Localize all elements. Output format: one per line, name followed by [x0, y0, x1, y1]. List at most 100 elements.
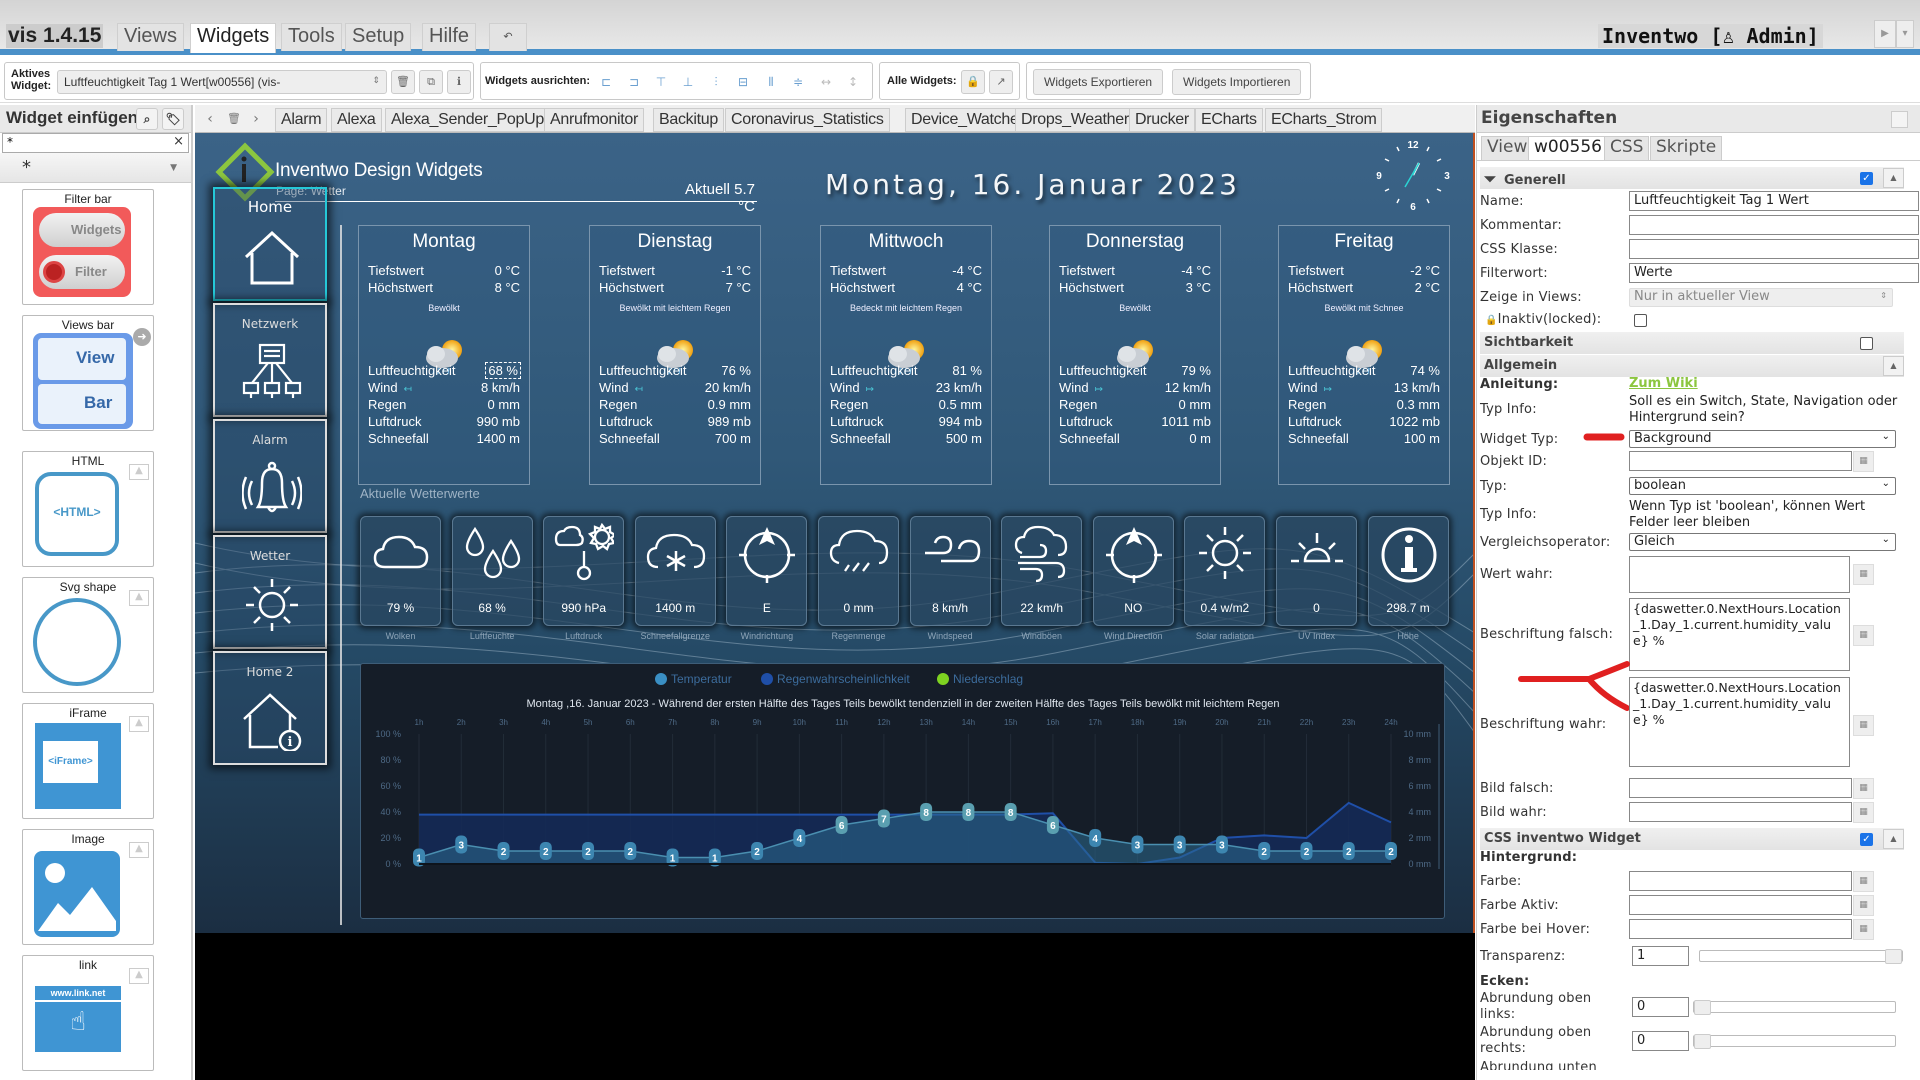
view-tab-alexa[interactable]: Alexa — [331, 108, 382, 132]
view-tab-alarm[interactable]: Alarm — [275, 108, 328, 132]
nav-tile-home[interactable]: Home — [213, 187, 327, 301]
trash-icon[interactable]: 🗑 — [223, 108, 245, 130]
widget-type-select[interactable]: Background ⌄ — [1629, 430, 1896, 448]
radius-top-left-slider[interactable] — [1693, 1000, 1896, 1015]
external-link-icon[interactable]: ↗ — [989, 70, 1013, 94]
slider-handle[interactable] — [1694, 1000, 1711, 1015]
comment-input[interactable] — [1629, 215, 1919, 235]
tab-css[interactable]: CSS — [1604, 136, 1650, 161]
delete-icon[interactable]: 🗑 — [391, 70, 415, 94]
menu-hilfe[interactable]: Hilfe — [422, 23, 477, 51]
chevron-left-icon[interactable]: ‹ — [199, 108, 221, 130]
tab-skripte[interactable]: Skripte — [1650, 136, 1723, 161]
group-generell[interactable]: ⏷ Generell ✓ ▲ — [1480, 167, 1904, 189]
menu-tools[interactable]: Tools — [281, 23, 342, 51]
show-in-views-select[interactable]: Nur in aktueller View ⇕ — [1629, 288, 1893, 307]
view-tab-drops-weather[interactable]: Drops_Weather — [1015, 108, 1135, 132]
tag-icon[interactable]: 🏷 — [162, 108, 184, 130]
info-icon[interactable]: ℹ — [447, 70, 471, 94]
caption-true-input[interactable]: {daswetter.0.NextHours.Location_1.Day_1.… — [1629, 677, 1850, 767]
align-left-icon[interactable]: ⊏ — [599, 75, 613, 89]
same-width-icon[interactable]: ↔ — [819, 75, 833, 89]
type-select[interactable]: boolean ⌄ — [1629, 477, 1896, 495]
active-widget-select[interactable]: Luftfeuchtigkeit Tag 1 Wert[w00556] (vis… — [57, 70, 387, 94]
transparency-input[interactable]: 1 — [1632, 946, 1689, 966]
distribute-v-icon[interactable]: ≑ — [791, 75, 805, 89]
value-true-input[interactable] — [1629, 556, 1850, 593]
transparency-slider[interactable] — [1699, 949, 1903, 964]
nav-tile-home-2[interactable]: Home 2 i — [213, 651, 327, 765]
palette-widget-filter-bar[interactable]: Filter bar Widgets Filter — [22, 189, 154, 305]
copy-icon[interactable]: ⧉ — [419, 70, 443, 94]
color-active-input[interactable] — [1629, 895, 1852, 915]
view-tab-echarts[interactable]: ECharts — [1195, 108, 1263, 132]
menu-widgets[interactable]: Widgets — [190, 23, 277, 53]
view-tab-device-watcher[interactable]: Device_Watcher — [905, 108, 1030, 132]
caption-false-input[interactable]: {daswetter.0.NextHours.Location_1.Day_1.… — [1629, 598, 1850, 671]
menu-views[interactable]: Views — [117, 23, 184, 51]
nav-tile-wetter[interactable]: Wetter — [213, 535, 327, 649]
view-tab-echarts-strom[interactable]: ECharts_Strom — [1265, 108, 1383, 132]
row-value[interactable]: 68 % — [485, 362, 521, 379]
select-caption-true-button[interactable]: ▦ — [1853, 715, 1874, 736]
chevron-down-icon[interactable]: ▾ — [1896, 20, 1914, 48]
palette-widget-iframe[interactable]: iFrame ▲ <iFrame> — [22, 703, 154, 819]
import-widgets-button[interactable]: Widgets Importieren — [1172, 69, 1302, 95]
color-hover-input[interactable] — [1629, 919, 1852, 939]
search-icon[interactable]: ⌕ — [136, 108, 158, 130]
palette-search-input[interactable]: * × — [2, 133, 189, 153]
color-active-picker-button[interactable]: ▦ — [1853, 895, 1874, 916]
nav-tile-netzwerk[interactable]: Netzwerk — [213, 303, 327, 417]
slider-handle[interactable] — [1885, 949, 1902, 964]
chevron-right-icon[interactable]: › — [245, 108, 267, 130]
select-id-button[interactable]: ▦ — [1853, 451, 1874, 472]
select-caption-false-button[interactable]: ▦ — [1853, 625, 1874, 646]
panel-menu-icon[interactable] — [1891, 111, 1908, 128]
collapse-icon[interactable]: ▲ — [1883, 829, 1904, 849]
view-tab-drucker[interactable]: Drucker — [1129, 108, 1195, 132]
css-class-input[interactable] — [1629, 239, 1919, 259]
clear-icon[interactable]: × — [173, 134, 184, 149]
palette-widget-html[interactable]: HTML ▲ <HTML> — [22, 451, 154, 567]
view-tab-backitup[interactable]: Backitup — [653, 108, 724, 132]
same-height-icon[interactable]: ↕ — [846, 75, 860, 89]
slider-handle[interactable] — [1694, 1034, 1711, 1049]
image-true-input[interactable] — [1629, 802, 1852, 822]
lock-icon[interactable]: 🔒 — [961, 70, 985, 94]
align-bottom-icon[interactable]: ⊥ — [681, 75, 695, 89]
operator-select[interactable]: Gleich ⌄ — [1629, 533, 1896, 551]
tab-view[interactable]: View — [1481, 136, 1534, 161]
color-picker-button[interactable]: ▦ — [1853, 871, 1874, 892]
nav-tile-alarm[interactable]: Alarm — [213, 419, 327, 533]
color-hover-picker-button[interactable]: ▦ — [1853, 919, 1874, 940]
palette-widget-views-bar[interactable]: Views bar View Bar ➜ — [22, 315, 154, 431]
filter-word-input[interactable]: Werte — [1629, 263, 1919, 283]
distribute-h-icon[interactable]: ⫴ — [764, 75, 778, 89]
generell-checkbox[interactable]: ✓ — [1860, 172, 1873, 185]
align-right-icon[interactable]: ⊐ — [627, 75, 641, 89]
color-input[interactable] — [1629, 871, 1852, 891]
view-tab-alexa-sender-popup[interactable]: Alexa_Sender_PopUp — [385, 108, 550, 132]
group-allgemein[interactable]: Allgemein ▲ — [1480, 355, 1904, 377]
menu-setup[interactable]: Setup — [345, 23, 412, 51]
name-input[interactable]: Luftfeuchtigkeit Tag 1 Wert — [1629, 191, 1919, 211]
css-checkbox[interactable]: ✓ — [1860, 833, 1873, 846]
export-widgets-button[interactable]: Widgets Exportieren — [1033, 69, 1164, 95]
play-icon[interactable]: ▶ — [1874, 20, 1896, 48]
palette-widget-link[interactable]: link ▲ www.link.net ☝ — [22, 955, 154, 1071]
locked-checkbox[interactable] — [1634, 314, 1647, 327]
palette-filter-select[interactable]: * ▼ — [0, 153, 191, 183]
image-false-input[interactable] — [1629, 778, 1852, 798]
align-top-icon[interactable]: ⊤ — [654, 75, 668, 89]
tab-w00556[interactable]: w00556 — [1528, 136, 1608, 161]
palette-widget-image[interactable]: Image ▲ — [22, 829, 154, 945]
view-tab-anrufmonitor[interactable]: Anrufmonitor — [544, 108, 644, 132]
radius-top-left-input[interactable]: 0 — [1632, 997, 1689, 1017]
collapse-icon[interactable]: ▲ — [1883, 356, 1904, 376]
wiki-link[interactable]: Zum Wiki — [1629, 376, 1698, 391]
group-css-inventwo[interactable]: CSS inventwo Widget ✓ ▲ — [1480, 828, 1904, 850]
object-id-input[interactable] — [1629, 451, 1852, 471]
align-center-h-icon[interactable]: ⊟ — [736, 75, 750, 89]
select-image-false-button[interactable]: ▦ — [1853, 778, 1874, 799]
visibility-checkbox[interactable] — [1860, 337, 1873, 350]
